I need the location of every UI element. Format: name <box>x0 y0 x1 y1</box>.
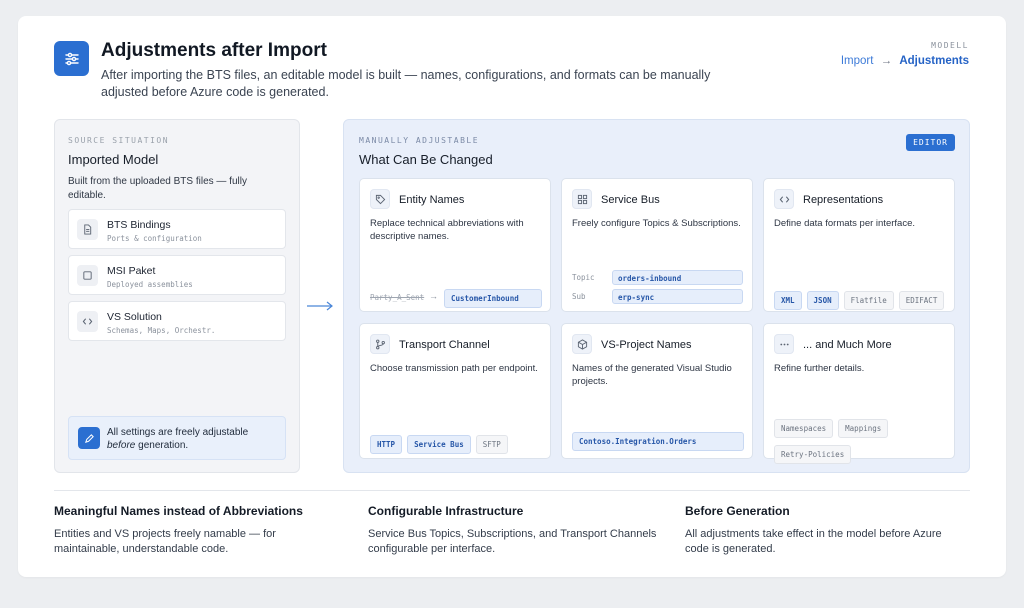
more-chip-retry-policies[interactable]: Retry-Policies <box>774 445 852 464</box>
benefit-infrastructure: Configurable Infrastructure Service Bus … <box>368 504 668 557</box>
page-title: Adjustments after Import <box>101 40 327 61</box>
more-chip-mappings[interactable]: Mappings <box>838 419 889 438</box>
transport-chip-servicebus[interactable]: Service Bus <box>407 435 471 454</box>
benefit-title: Meaningful Names instead of Abbreviation… <box>54 504 303 518</box>
subscription-row: Sub erp-sync <box>572 289 744 304</box>
source-item-name: VS Solution <box>107 311 162 323</box>
source-item-vs-solution[interactable]: VS Solution Schemas, Maps, Orchestr. <box>68 301 286 341</box>
tile-desc: Freely configure Topics & Subscriptions. <box>572 218 741 229</box>
tile-desc: Define data formats per interface. <box>774 218 915 229</box>
breadcrumb-step-adjustments[interactable]: Adjustments <box>899 55 969 67</box>
benefit-title: Configurable Infrastructure <box>368 504 524 518</box>
page-subtitle: After importing the BTS files, an editab… <box>101 68 711 99</box>
tile-representations[interactable]: Representations Define data formats per … <box>763 178 955 312</box>
divider <box>54 490 970 491</box>
more-icon <box>774 334 794 354</box>
source-item-sub: Schemas, Maps, Orchestr. <box>107 326 216 335</box>
tile-much-more[interactable]: ... and Much More Refine further details… <box>763 323 955 464</box>
sliders-icon <box>54 41 89 76</box>
source-item-name: MSI Paket <box>107 265 156 277</box>
topic-input[interactable]: orders-inbound <box>612 270 743 285</box>
benefit-before-generation: Before Generation All adjustments take e… <box>685 504 985 557</box>
note-text: All settings are freely adjustable befor… <box>107 427 249 451</box>
branch-icon <box>370 334 390 354</box>
package-icon <box>77 265 98 286</box>
transport-chip-http[interactable]: HTTP <box>370 435 403 454</box>
cube-icon <box>572 334 592 354</box>
format-chip-flatfile[interactable]: Flatfile <box>843 291 894 310</box>
tile-desc: Choose transmission path per endpoint. <box>370 363 538 374</box>
tile-desc: Refine further details. <box>774 363 865 374</box>
pencil-icon <box>78 427 100 449</box>
benefit-title: Before Generation <box>685 504 790 518</box>
benefit-text: Entities and VS projects freely namable … <box>54 528 276 555</box>
format-chips: XML JSON Flatfile EDIFACT <box>774 288 949 314</box>
source-item-sub: Ports & configuration <box>107 234 202 243</box>
code-icon <box>774 189 794 209</box>
tile-desc: Replace technical abbreviations with des… <box>370 218 524 242</box>
tile-title: VS-Project Names <box>601 339 692 351</box>
note-box: All settings are freely adjustable befor… <box>68 416 286 460</box>
more-chip-namespaces[interactable]: Namespaces <box>774 419 834 438</box>
tile-transport-channel[interactable]: Transport Channel Choose transmission pa… <box>359 323 551 459</box>
source-panel: SOURCE SITUATION Imported Model Built fr… <box>54 119 300 473</box>
source-item-bts-bindings[interactable]: BTS Bindings Ports & configuration <box>68 209 286 249</box>
arrow-right-icon <box>306 298 334 316</box>
main-card: Adjustments after Import After importing… <box>18 16 1006 577</box>
transport-chips: HTTP Service Bus SFTP <box>370 432 513 458</box>
source-item-msi-paket[interactable]: MSI Paket Deployed assemblies <box>68 255 286 295</box>
breadcrumb: Import → Adjustments <box>841 55 969 67</box>
benefit-names: Meaningful Names instead of Abbreviation… <box>54 504 354 557</box>
editable-eyebrow: MANUALLY ADJUSTABLE <box>359 136 480 145</box>
tile-title: ... and Much More <box>803 339 892 351</box>
format-chip-json[interactable]: JSON <box>806 291 839 310</box>
benefit-text: All adjustments take effect in the model… <box>685 528 942 555</box>
tile-title: Entity Names <box>399 194 465 206</box>
format-chip-xml[interactable]: XML <box>774 291 802 310</box>
file-icon <box>77 219 98 240</box>
breadcrumb-step-import[interactable]: Import <box>841 55 874 67</box>
source-title: Imported Model <box>68 152 159 167</box>
tile-title: Transport Channel <box>399 339 490 351</box>
more-chips: Namespaces Mappings Retry-Policies <box>774 416 946 468</box>
subscription-input[interactable]: erp-sync <box>612 289 743 304</box>
vs-project-name-input[interactable]: Contoso.Integration.Orders <box>572 432 744 451</box>
editable-panel: MANUALLY ADJUSTABLE What Can Be Changed … <box>343 119 970 473</box>
code-icon <box>77 311 98 332</box>
grid-icon <box>572 189 592 209</box>
tile-desc: Names of the generated Visual Studio pro… <box>572 363 732 387</box>
tile-entity-names[interactable]: Entity Names Replace technical abbreviat… <box>359 178 551 312</box>
tile-service-bus[interactable]: Service Bus Freely configure Topics & Su… <box>561 178 753 312</box>
breadcrumb-arrow: → <box>880 55 893 67</box>
tag-icon <box>370 189 390 209</box>
old-entity-name: Party_A_Sent <box>370 293 425 302</box>
new-entity-name[interactable]: CustomerInbound <box>444 289 542 308</box>
format-chip-edifact[interactable]: EDIFACT <box>898 291 945 310</box>
tile-title: Representations <box>803 194 884 206</box>
subscription-label: Sub <box>572 292 586 301</box>
tile-title: Service Bus <box>601 194 660 206</box>
topic-label: Topic <box>572 273 595 282</box>
topic-row: Topic orders-inbound <box>572 270 744 285</box>
editable-title: What Can Be Changed <box>359 152 493 167</box>
source-eyebrow: SOURCE SITUATION <box>68 136 170 145</box>
arrow-icon: → <box>429 291 438 301</box>
benefit-text: Service Bus Topics, Subscriptions, and T… <box>368 528 657 555</box>
transport-chip-sftp[interactable]: SFTP <box>475 435 508 454</box>
editor-badge: EDITOR <box>906 134 955 151</box>
source-item-sub: Deployed assemblies <box>107 280 193 289</box>
source-description: Built from the uploaded BTS files — full… <box>68 176 247 201</box>
tile-vs-project-names[interactable]: VS-Project Names Names of the generated … <box>561 323 753 459</box>
source-item-name: BTS Bindings <box>107 219 171 231</box>
breadcrumb-label: MODELL <box>931 41 969 50</box>
